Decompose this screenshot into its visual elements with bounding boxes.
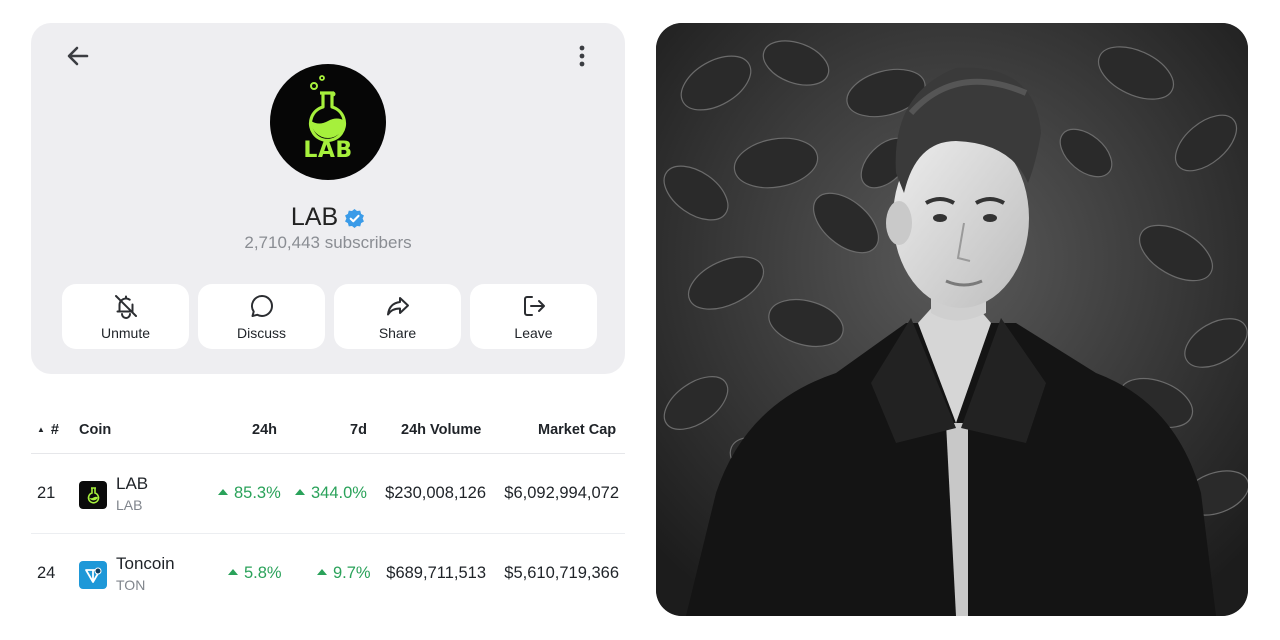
- channel-card: LAB LAB 2,710,443 subscribers Unmute Dis…: [31, 23, 625, 374]
- rank-header[interactable]: ▲ #: [37, 422, 59, 438]
- portrait-photo: [656, 23, 1248, 616]
- bell-off-icon: [114, 295, 137, 319]
- chat-bubble-icon: [250, 294, 273, 317]
- leave-button[interactable]: Leave: [470, 284, 597, 349]
- triangle-up-icon: [295, 489, 305, 495]
- change-24h-cell: 5.8%: [228, 564, 282, 583]
- change-7d-cell: 9.7%: [317, 564, 371, 583]
- change-7d-header[interactable]: 7d: [350, 422, 367, 438]
- table-header: ▲ # Coin 24h 7d 24h Volume Market Cap: [31, 410, 625, 454]
- share-button[interactable]: Share: [334, 284, 461, 349]
- verified-badge-icon: [344, 207, 365, 229]
- market-cap-cell: $5,610,719,366: [504, 564, 619, 582]
- triangle-up-icon: [317, 569, 327, 575]
- toncoin-icon: [79, 561, 107, 589]
- volume-header[interactable]: 24h Volume: [401, 422, 481, 438]
- rank-cell: 21: [37, 484, 56, 502]
- channel-title: LAB: [31, 203, 625, 232]
- channel-name: LAB: [290, 203, 339, 231]
- sort-ascending-icon: ▲: [37, 425, 45, 434]
- change-24h-cell: 85.3%: [218, 484, 281, 503]
- coin-header[interactable]: Coin: [79, 422, 111, 438]
- back-arrow-icon[interactable]: [63, 41, 93, 71]
- volume-cell: $230,008,126: [385, 484, 486, 502]
- avatar-text: LAB: [303, 138, 353, 163]
- coin-table: ▲ # Coin 24h 7d 24h Volume Market Cap 21 …: [31, 410, 625, 614]
- coin-symbol: LAB: [116, 497, 143, 513]
- coin-name: Toncoin: [116, 554, 175, 573]
- portrait-image: [656, 23, 1248, 616]
- discuss-button[interactable]: Discuss: [198, 284, 325, 349]
- coin-name: LAB: [116, 474, 149, 493]
- change-24h-header[interactable]: 24h: [252, 422, 277, 438]
- unmute-label: Unmute: [100, 325, 151, 341]
- share-label: Share: [378, 325, 417, 341]
- table-row[interactable]: 21 LAB LAB 85.3% 344.0% $230,008,126 $6,…: [31, 454, 625, 534]
- unmute-button[interactable]: Unmute: [62, 284, 189, 349]
- table-row[interactable]: 24 Toncoin TON 5.8% 9.7% $689,711,513 $5…: [31, 534, 625, 614]
- subscriber-count: 2,710,443 subscribers: [244, 233, 412, 252]
- market-cap-header[interactable]: Market Cap: [538, 422, 616, 438]
- channel-actions: Unmute Discuss Share Leave: [62, 284, 597, 349]
- triangle-up-icon: [228, 569, 238, 575]
- change-7d-cell: 344.0%: [295, 484, 367, 503]
- coin-symbol: TON: [116, 577, 146, 593]
- lab-flask-icon: [79, 481, 107, 509]
- discuss-label: Discuss: [236, 325, 286, 341]
- leave-door-icon: [523, 296, 545, 316]
- triangle-up-icon: [218, 489, 228, 495]
- volume-cell: $689,711,513: [386, 564, 486, 582]
- leave-label: Leave: [514, 325, 553, 341]
- channel-avatar[interactable]: LAB: [270, 64, 386, 180]
- share-arrow-icon: [386, 297, 409, 316]
- rank-cell: 24: [37, 564, 56, 582]
- more-vertical-icon[interactable]: [567, 41, 597, 71]
- market-cap-cell: $6,092,994,072: [504, 484, 619, 502]
